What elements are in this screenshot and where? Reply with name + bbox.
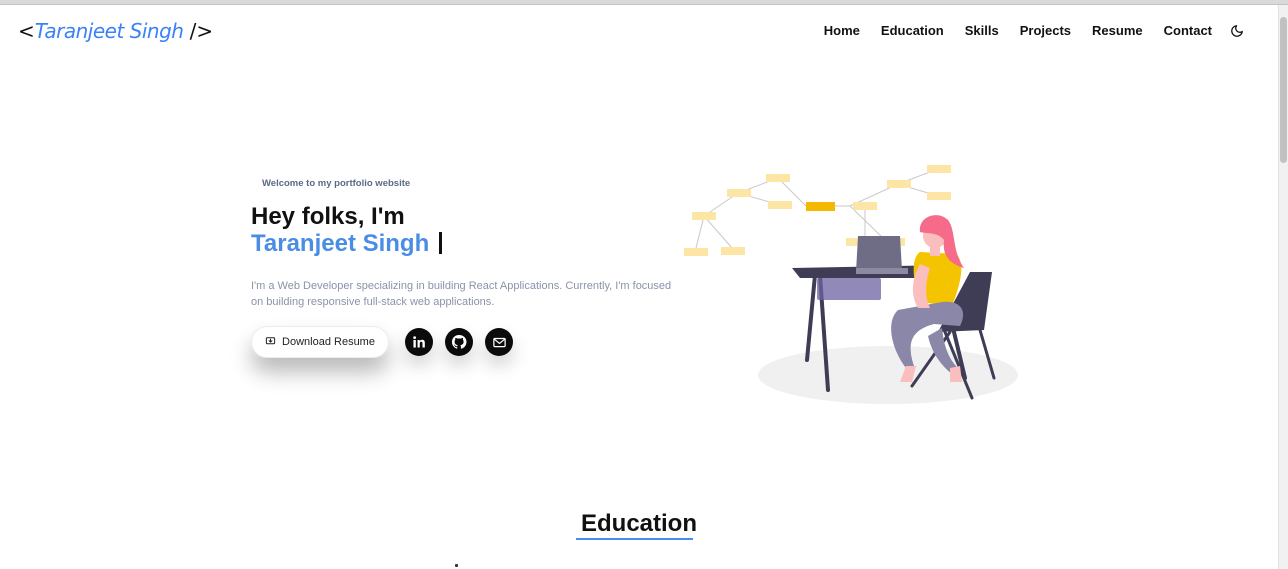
- download-resume-button[interactable]: Download Resume: [251, 326, 389, 358]
- download-resume-label: Download Resume: [282, 336, 375, 348]
- nav-contact[interactable]: Contact: [1164, 23, 1212, 39]
- mail-icon[interactable]: [485, 328, 513, 356]
- hero-greeting: Hey folks, I'm: [251, 203, 405, 230]
- browser-top-border: [0, 0, 1288, 5]
- nav-home[interactable]: Home: [824, 23, 860, 39]
- nav-resume[interactable]: Resume: [1092, 23, 1143, 39]
- logo-name: Taranjeet Singh: [34, 19, 184, 43]
- logo-open-bracket: <: [18, 19, 35, 43]
- main-nav: Home Education Skills Projects Resume Co…: [824, 23, 1244, 39]
- hero-name-line: Taranjeet Singh: [251, 230, 443, 258]
- education-underline: [576, 538, 693, 540]
- woman-at-desk-illustration: [684, 165, 1018, 404]
- hero-description: I'm a Web Developer specializing in buil…: [251, 280, 672, 308]
- download-icon: [265, 333, 276, 351]
- timeline-marker: [455, 564, 458, 567]
- typing-caret: [439, 232, 443, 254]
- nav-skills[interactable]: Skills: [965, 23, 999, 39]
- github-icon[interactable]: [445, 328, 473, 356]
- nav-education[interactable]: Education: [881, 23, 944, 39]
- linkedin-icon[interactable]: [405, 328, 433, 356]
- hero-name: Taranjeet Singh: [251, 230, 430, 257]
- scrollbar-thumb[interactable]: [1280, 17, 1287, 163]
- logo[interactable]: <Taranjeet Singh />: [18, 16, 213, 46]
- nav-projects[interactable]: Projects: [1020, 23, 1071, 39]
- page-scrollbar[interactable]: [1278, 5, 1288, 569]
- education-heading: Education: [580, 510, 697, 537]
- moon-icon[interactable]: [1230, 24, 1244, 38]
- welcome-text: Welcome to my portfolio website: [262, 178, 411, 189]
- logo-close-bracket: />: [189, 19, 214, 43]
